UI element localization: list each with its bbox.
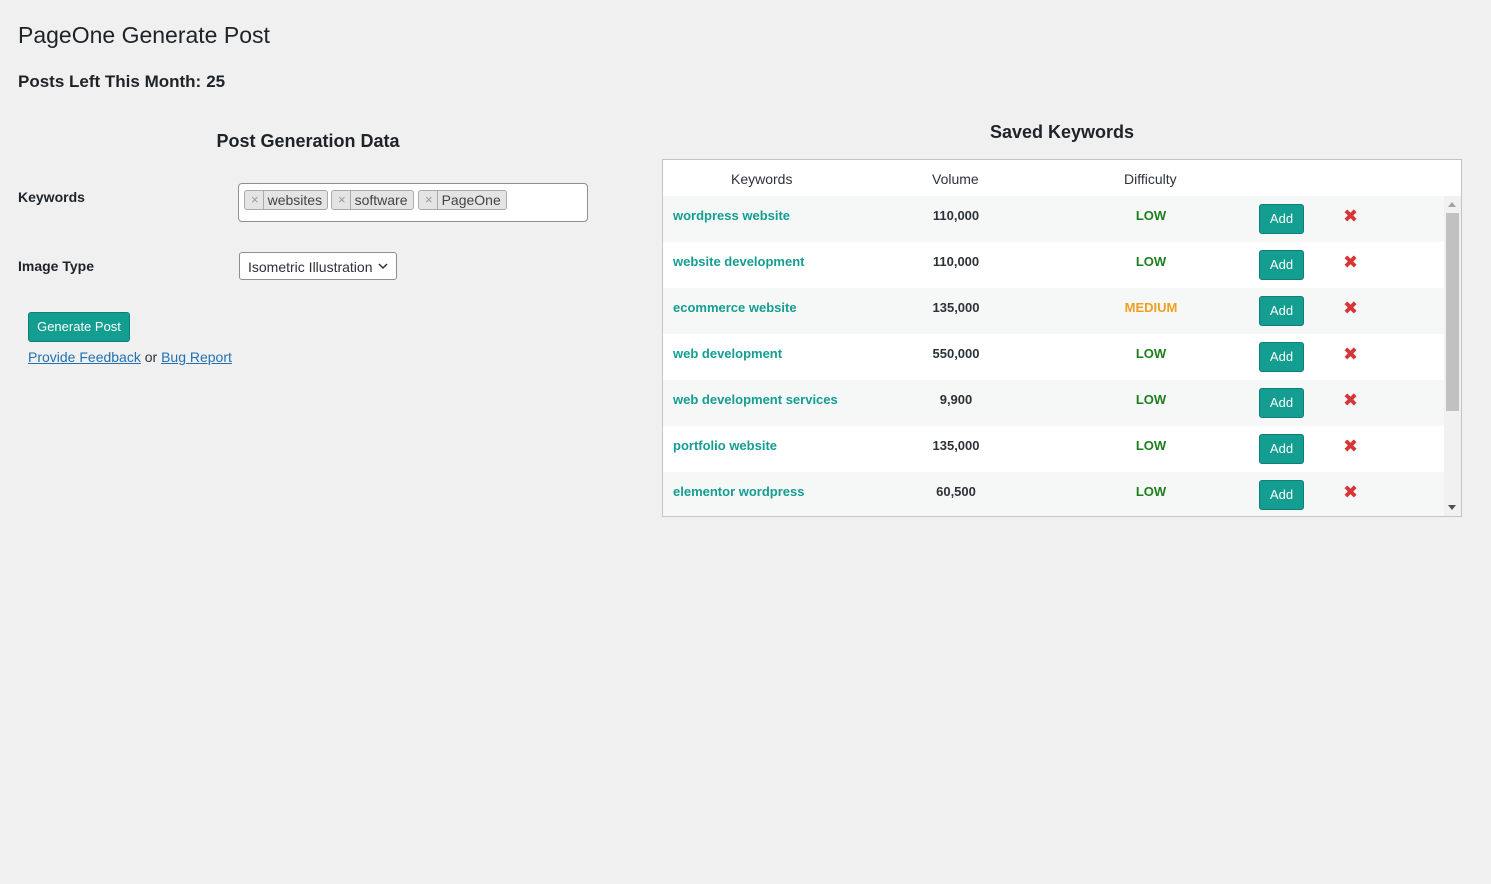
table-row: ecommerce website 135,000 MEDIUM Add ✖ [663, 288, 1445, 334]
keyword-tag-label: PageOne [441, 191, 501, 208]
generate-post-button[interactable]: Generate Post [28, 312, 130, 342]
posts-left-label: Posts Left This Month: [18, 72, 202, 91]
bug-report-link[interactable]: Bug Report [161, 349, 232, 365]
table-header: Keywords Volume Difficulty [663, 160, 1443, 197]
add-keyword-button[interactable]: Add [1259, 250, 1304, 280]
add-keyword-button[interactable]: Add [1259, 296, 1304, 326]
delete-keyword-icon[interactable]: ✖ [1343, 298, 1358, 319]
post-generation-title: Post Generation Data [216, 131, 400, 151]
provide-feedback-link[interactable]: Provide Feedback [28, 349, 141, 365]
image-type-value: Isometric Illustration [248, 259, 373, 275]
difficulty-badge: LOW [1135, 484, 1167, 499]
remove-tag-icon[interactable]: × [248, 191, 264, 209]
difficulty-badge: LOW [1135, 208, 1167, 223]
table-row: elementor wordpress 60,500 LOW Add ✖ [663, 472, 1445, 516]
keyword-link[interactable]: ecommerce website [673, 300, 797, 315]
table-body: wordpress website 110,000 LOW Add ✖ website d… [663, 196, 1445, 516]
scrollbar-thumb[interactable] [1446, 213, 1459, 411]
add-keyword-button[interactable]: Add [1259, 434, 1304, 464]
delete-keyword-icon[interactable]: ✖ [1343, 482, 1358, 503]
add-keyword-button[interactable]: Add [1259, 480, 1304, 510]
delete-keyword-icon[interactable]: ✖ [1343, 390, 1358, 411]
remove-tag-icon[interactable]: × [422, 191, 438, 209]
keyword-link[interactable]: web development [673, 346, 782, 361]
add-keyword-button[interactable]: Add [1259, 342, 1304, 372]
volume-value: 135,000 [932, 300, 980, 315]
delete-keyword-icon[interactable]: ✖ [1343, 344, 1358, 365]
scroll-up-arrow-icon[interactable] [1448, 202, 1456, 207]
volume-value: 110,000 [932, 208, 980, 223]
keyword-link[interactable]: portfolio website [673, 438, 777, 453]
keyword-link[interactable]: website development [673, 254, 804, 269]
keyword-link[interactable]: elementor wordpress [673, 484, 805, 499]
feedback-links: Provide Feedback or Bug Report [28, 349, 232, 365]
difficulty-badge: LOW [1135, 254, 1167, 269]
delete-keyword-icon[interactable]: ✖ [1343, 252, 1358, 273]
saved-keywords-table: Keywords Volume Difficulty wordpress web… [662, 159, 1462, 517]
table-scrollbar[interactable] [1444, 196, 1461, 516]
table-row: portfolio website 135,000 LOW Add ✖ [663, 426, 1445, 472]
posts-left-value: 25 [206, 72, 226, 91]
image-type-label: Image Type [18, 258, 94, 274]
table-row: website development 110,000 LOW Add ✖ [663, 242, 1445, 288]
volume-value: 9,900 [939, 392, 973, 407]
add-keyword-button[interactable]: Add [1259, 388, 1304, 418]
volume-value: 550,000 [932, 346, 980, 361]
saved-keywords-title: Saved Keywords [989, 122, 1135, 142]
image-type-select[interactable]: Isometric Illustration [239, 252, 397, 280]
header-volume: Volume [932, 171, 979, 187]
difficulty-badge: LOW [1135, 346, 1167, 361]
page-title: PageOne Generate Post [18, 22, 270, 48]
table-row: wordpress website 110,000 LOW Add ✖ [663, 196, 1445, 242]
or-text: or [144, 349, 158, 365]
keyword-tag-label: software [354, 191, 408, 208]
header-difficulty: Difficulty [1124, 171, 1177, 187]
add-keyword-button[interactable]: Add [1259, 204, 1304, 234]
delete-keyword-icon[interactable]: ✖ [1343, 436, 1358, 457]
keywords-tag-input[interactable]: × websites × software × PageOne [238, 183, 588, 222]
table-row: web development services 9,900 LOW Add ✖ [663, 380, 1445, 426]
remove-tag-icon[interactable]: × [335, 191, 351, 209]
volume-value: 135,000 [932, 438, 980, 453]
difficulty-badge: LOW [1135, 438, 1167, 453]
posts-left-counter: Posts Left This Month: 25 [18, 72, 225, 92]
keyword-link[interactable]: wordpress website [673, 208, 790, 223]
delete-keyword-icon[interactable]: ✖ [1343, 206, 1358, 227]
volume-value: 60,500 [936, 484, 976, 499]
header-keywords: Keywords [731, 171, 793, 187]
volume-value: 110,000 [932, 254, 980, 269]
keywords-label: Keywords [18, 189, 85, 205]
table-row: web development 550,000 LOW Add ✖ [663, 334, 1445, 380]
keyword-link[interactable]: web development services [673, 392, 838, 407]
keyword-tag-label: websites [267, 191, 323, 208]
difficulty-badge: MEDIUM [1124, 300, 1178, 315]
scroll-down-arrow-icon[interactable] [1448, 505, 1456, 510]
keyword-tag: × PageOne [418, 190, 507, 210]
keyword-tag: × websites [244, 190, 329, 210]
keyword-tag: × software [331, 190, 414, 210]
difficulty-badge: LOW [1135, 392, 1167, 407]
chevron-down-icon [378, 263, 388, 270]
saved-keywords-panel: Saved Keywords Keywords Volume Difficult… [662, 122, 1462, 517]
